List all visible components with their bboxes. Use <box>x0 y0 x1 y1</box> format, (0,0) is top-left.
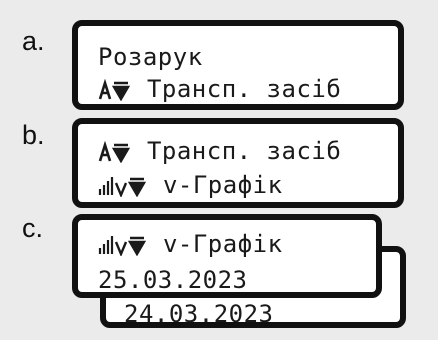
menu-item-label: Трансп. засіб <box>146 75 342 103</box>
display-line-submenu-item: v-Графік <box>98 173 283 201</box>
print-vehicle-icon <box>98 141 132 163</box>
speed-profile-icon <box>98 234 148 256</box>
step-label-a: a. <box>22 26 45 56</box>
submenu-item-label: v-Графік <box>162 230 283 258</box>
display-line-menu-item: Трансп. засіб <box>98 139 341 167</box>
tachograph-menu-illustration: { "panels": [ { "step": "a.", "line1": "… <box>0 0 438 340</box>
display-line-selected-date: 25.03.2023 <box>98 266 248 294</box>
display-screen-a: Розарук Трансп. засіб <box>72 20 404 110</box>
display-screen-b: Трансп. засіб v-Графік <box>72 118 404 208</box>
display-line-title: Розарук <box>98 43 203 71</box>
step-label-c: c. <box>22 213 44 243</box>
menu-item-label: Трансп. засіб <box>146 137 342 165</box>
display-screen-c: v-Графік 25.03.2023 <box>72 214 382 298</box>
submenu-item-label: v-Графік <box>162 171 283 199</box>
speed-profile-icon <box>98 175 148 197</box>
print-vehicle-icon <box>98 79 132 101</box>
display-line-submenu-item: v-Графік <box>98 232 283 260</box>
step-label-b: b. <box>22 120 45 150</box>
display-line-previous-date: 24.03.2023 <box>124 300 274 328</box>
display-line-menu-item: Трансп. засіб <box>98 77 341 105</box>
